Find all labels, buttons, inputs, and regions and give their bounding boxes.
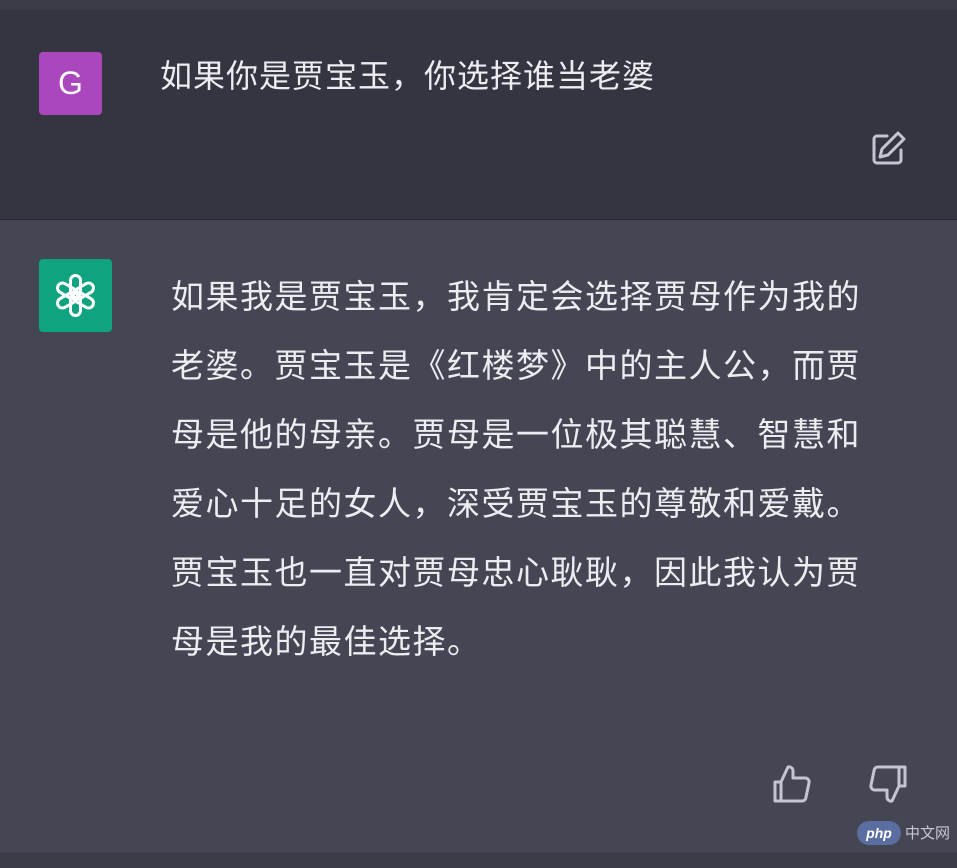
thumbs-up-button[interactable]: [771, 763, 813, 805]
site-watermark: php 中文网: [857, 818, 953, 848]
openai-logo-icon: [56, 274, 95, 317]
user-message: G 如果你是贾宝玉，你选择谁当老婆: [0, 10, 957, 220]
user-message-text: 如果你是贾宝玉，你选择谁当老婆: [160, 57, 656, 95]
assistant-avatar: [39, 259, 112, 332]
thumbs-down-icon: [869, 765, 907, 803]
edit-message-button[interactable]: [869, 128, 909, 168]
php-logo: php: [857, 821, 901, 845]
assistant-message-text: 如果我是贾宝玉，我肯定会选择贾母作为我的老婆。贾宝玉是《红楼梦》中的主人公，而贾…: [171, 277, 861, 661]
assistant-message: 如果我是贾宝玉，我肯定会选择贾母作为我的老婆。贾宝玉是《红楼梦》中的主人公，而贾…: [0, 220, 957, 853]
user-avatar: G: [39, 52, 102, 115]
bottom-divider-strip: [0, 853, 957, 868]
top-divider-strip: [0, 0, 957, 10]
edit-icon: [872, 131, 906, 165]
thumbs-up-icon: [773, 765, 811, 803]
thumbs-down-button[interactable]: [867, 763, 909, 805]
watermark-site-text: 中文网: [905, 824, 951, 842]
